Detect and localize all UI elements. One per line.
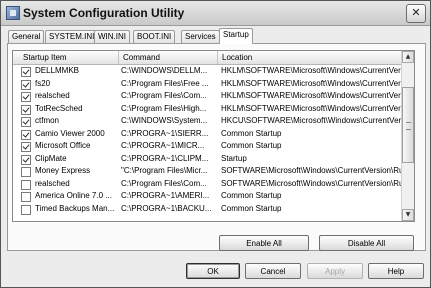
- startup-item-checkbox[interactable]: [21, 92, 31, 102]
- tab-boot-ini[interactable]: BOOT.INI: [133, 30, 176, 43]
- cancel-button[interactable]: Cancel: [245, 263, 301, 279]
- list-item[interactable]: Money Express "C:\Program Files\Micr... SO…: [13, 165, 401, 178]
- startup-item-command: "C:\Program Files\Micr...: [121, 166, 208, 175]
- list-rows: DELLMMKB C:\WINDOWS\DELLM... HKLM\SOFTWARE…: [13, 65, 401, 215]
- column-startup-item[interactable]: Startup Item: [13, 51, 119, 64]
- startup-item-checkbox[interactable]: [21, 129, 31, 140]
- startup-item-name: America Online 7.0 ...: [35, 191, 112, 200]
- startup-item-command: C:\PROGRA~1\AMERI...: [121, 191, 210, 200]
- startup-item-name: realsched: [35, 178, 70, 188]
- startup-item-location: HKLM\SOFTWARE\Microsoft\Windows\CurrentV…: [221, 91, 401, 100]
- list-item[interactable]: ClipMate C:\PROGRA~1\CLIPM... Startup: [13, 153, 401, 166]
- startup-item-command: C:\Program Files\High...: [121, 103, 207, 113]
- startup-item-checkbox[interactable]: [21, 67, 31, 77]
- startup-item-checkbox[interactable]: [21, 104, 31, 115]
- startup-item-command: C:\PROGRA~1\MICR...: [121, 141, 205, 150]
- startup-item-checkbox[interactable]: [21, 154, 31, 165]
- list-item[interactable]: DELLMMKB C:\WINDOWS\DELLM... HKLM\SOFTWARE…: [13, 65, 401, 78]
- startup-item-name: ctfmon: [35, 116, 60, 125]
- startup-item-location: HKCU\SOFTWARE\Microsoft\Windows\CurrentV…: [221, 116, 401, 125]
- list-item[interactable]: Microsoft Office C:\PROGRA~1\MICR... Commo…: [13, 140, 401, 153]
- list-item[interactable]: America Online 7.0 ... C:\PROGRA~1\AMERI.…: [13, 190, 401, 203]
- list-item[interactable]: ctfmon C:\WINDOWS\System... HKCU\SOFTWARE\…: [13, 115, 401, 128]
- startup-item-checkbox[interactable]: [21, 179, 31, 190]
- system-config-icon: [6, 6, 20, 20]
- startup-item-checkbox[interactable]: [21, 167, 31, 177]
- startup-item-location: Common Startup: [221, 141, 282, 150]
- startup-item-command: C:\Program Files\Free ...: [121, 78, 209, 88]
- list-item[interactable]: fs20 C:\Program Files\Free ... HKLM\SOFTWA…: [13, 78, 401, 91]
- startup-item-command: C:\Program Files\Com...: [121, 178, 207, 188]
- startup-list: Startup Item Command Location DELLMMKB C:…: [12, 50, 415, 222]
- vertical-scrollbar[interactable]: ▲ ▼: [401, 51, 414, 221]
- scroll-down-arrow-icon: ▼: [405, 211, 411, 218]
- startup-item-command: C:\PROGRA~1\SIERR...: [121, 128, 209, 138]
- startup-item-name: Microsoft Office: [35, 141, 91, 150]
- scroll-up-button[interactable]: ▲: [402, 51, 414, 63]
- startup-item-checkbox[interactable]: [21, 204, 31, 215]
- startup-item-location: HKLM\SOFTWARE\Microsoft\Windows\CurrentV…: [221, 103, 401, 113]
- list-header: Startup Item Command Location: [13, 51, 401, 65]
- startup-item-location: Startup: [221, 153, 247, 163]
- startup-item-name: Money Express: [35, 166, 91, 175]
- list-item[interactable]: TotRecSched C:\Program Files\High... HKLM\…: [13, 103, 401, 116]
- list-item[interactable]: realsched C:\Program Files\Com... SOFTWARE…: [13, 178, 401, 191]
- window-title: System Configuration Utility: [23, 6, 185, 20]
- startup-item-location: HKLM\SOFTWARE\Microsoft\Windows\CurrentV…: [221, 66, 401, 75]
- startup-item-command: C:\WINDOWS\DELLM...: [121, 66, 208, 75]
- tab-win-ini[interactable]: WIN.INI: [94, 30, 130, 43]
- startup-item-location: HKLM\SOFTWARE\Microsoft\Windows\CurrentV…: [221, 78, 401, 88]
- startup-item-name: Camio Viewer 2000: [35, 128, 105, 138]
- ok-button[interactable]: OK: [186, 263, 240, 279]
- startup-item-command: C:\WINDOWS\System...: [121, 116, 208, 125]
- close-button[interactable]: ✕: [406, 4, 426, 23]
- startup-item-location: SOFTWARE\Microsoft\Windows\CurrentVersio…: [221, 178, 401, 188]
- tab-services[interactable]: Services: [181, 30, 220, 43]
- enable-all-button[interactable]: Enable All: [219, 235, 309, 251]
- startup-item-checkbox[interactable]: [21, 142, 31, 152]
- scroll-thumb[interactable]: [402, 87, 414, 163]
- startup-item-name: ClipMate: [35, 153, 67, 163]
- list-item[interactable]: realsched C:\Program Files\Com... HKLM\SOF…: [13, 90, 401, 103]
- startup-item-command: C:\PROGRA~1\BACKU...: [121, 203, 212, 213]
- column-location[interactable]: Location: [218, 51, 401, 64]
- startup-item-name: realsched: [35, 91, 70, 100]
- startup-item-location: SOFTWARE\Microsoft\Windows\CurrentVersio…: [221, 166, 401, 175]
- startup-item-command: C:\PROGRA~1\CLIPM...: [121, 153, 209, 163]
- disable-all-button[interactable]: Disable All: [319, 235, 414, 251]
- startup-item-checkbox[interactable]: [21, 192, 31, 202]
- tab-startup[interactable]: Startup: [219, 28, 253, 44]
- scroll-down-button[interactable]: ▼: [402, 209, 414, 221]
- startup-item-location: Common Startup: [221, 191, 282, 200]
- system-configuration-window: System Configuration Utility ✕ General S…: [0, 0, 431, 288]
- startup-item-checkbox[interactable]: [21, 79, 31, 90]
- startup-item-command: C:\Program Files\Com...: [121, 91, 207, 100]
- startup-item-name: TotRecSched: [35, 103, 83, 113]
- list-item[interactable]: Camio Viewer 2000 C:\PROGRA~1\SIERR... Com…: [13, 128, 401, 141]
- startup-item-checkbox[interactable]: [21, 117, 31, 127]
- startup-item-name: DELLMMKB: [35, 66, 80, 75]
- apply-button[interactable]: Apply: [307, 263, 363, 279]
- title-bar[interactable]: System Configuration Utility ✕: [1, 1, 430, 26]
- scroll-up-arrow-icon: ▲: [405, 53, 411, 60]
- startup-item-location: Common Startup: [221, 128, 282, 138]
- startup-item-name: fs20: [35, 78, 51, 88]
- tab-system-ini[interactable]: SYSTEM.INI: [45, 30, 99, 43]
- column-command[interactable]: Command: [119, 51, 218, 64]
- list-item[interactable]: Timed Backups Man... C:\PROGRA~1\BACKU...…: [13, 203, 401, 216]
- startup-item-location: Common Startup: [221, 203, 282, 213]
- startup-item-name: Timed Backups Man...: [35, 203, 115, 213]
- help-button[interactable]: Help: [368, 263, 424, 279]
- tab-general[interactable]: General: [8, 30, 45, 43]
